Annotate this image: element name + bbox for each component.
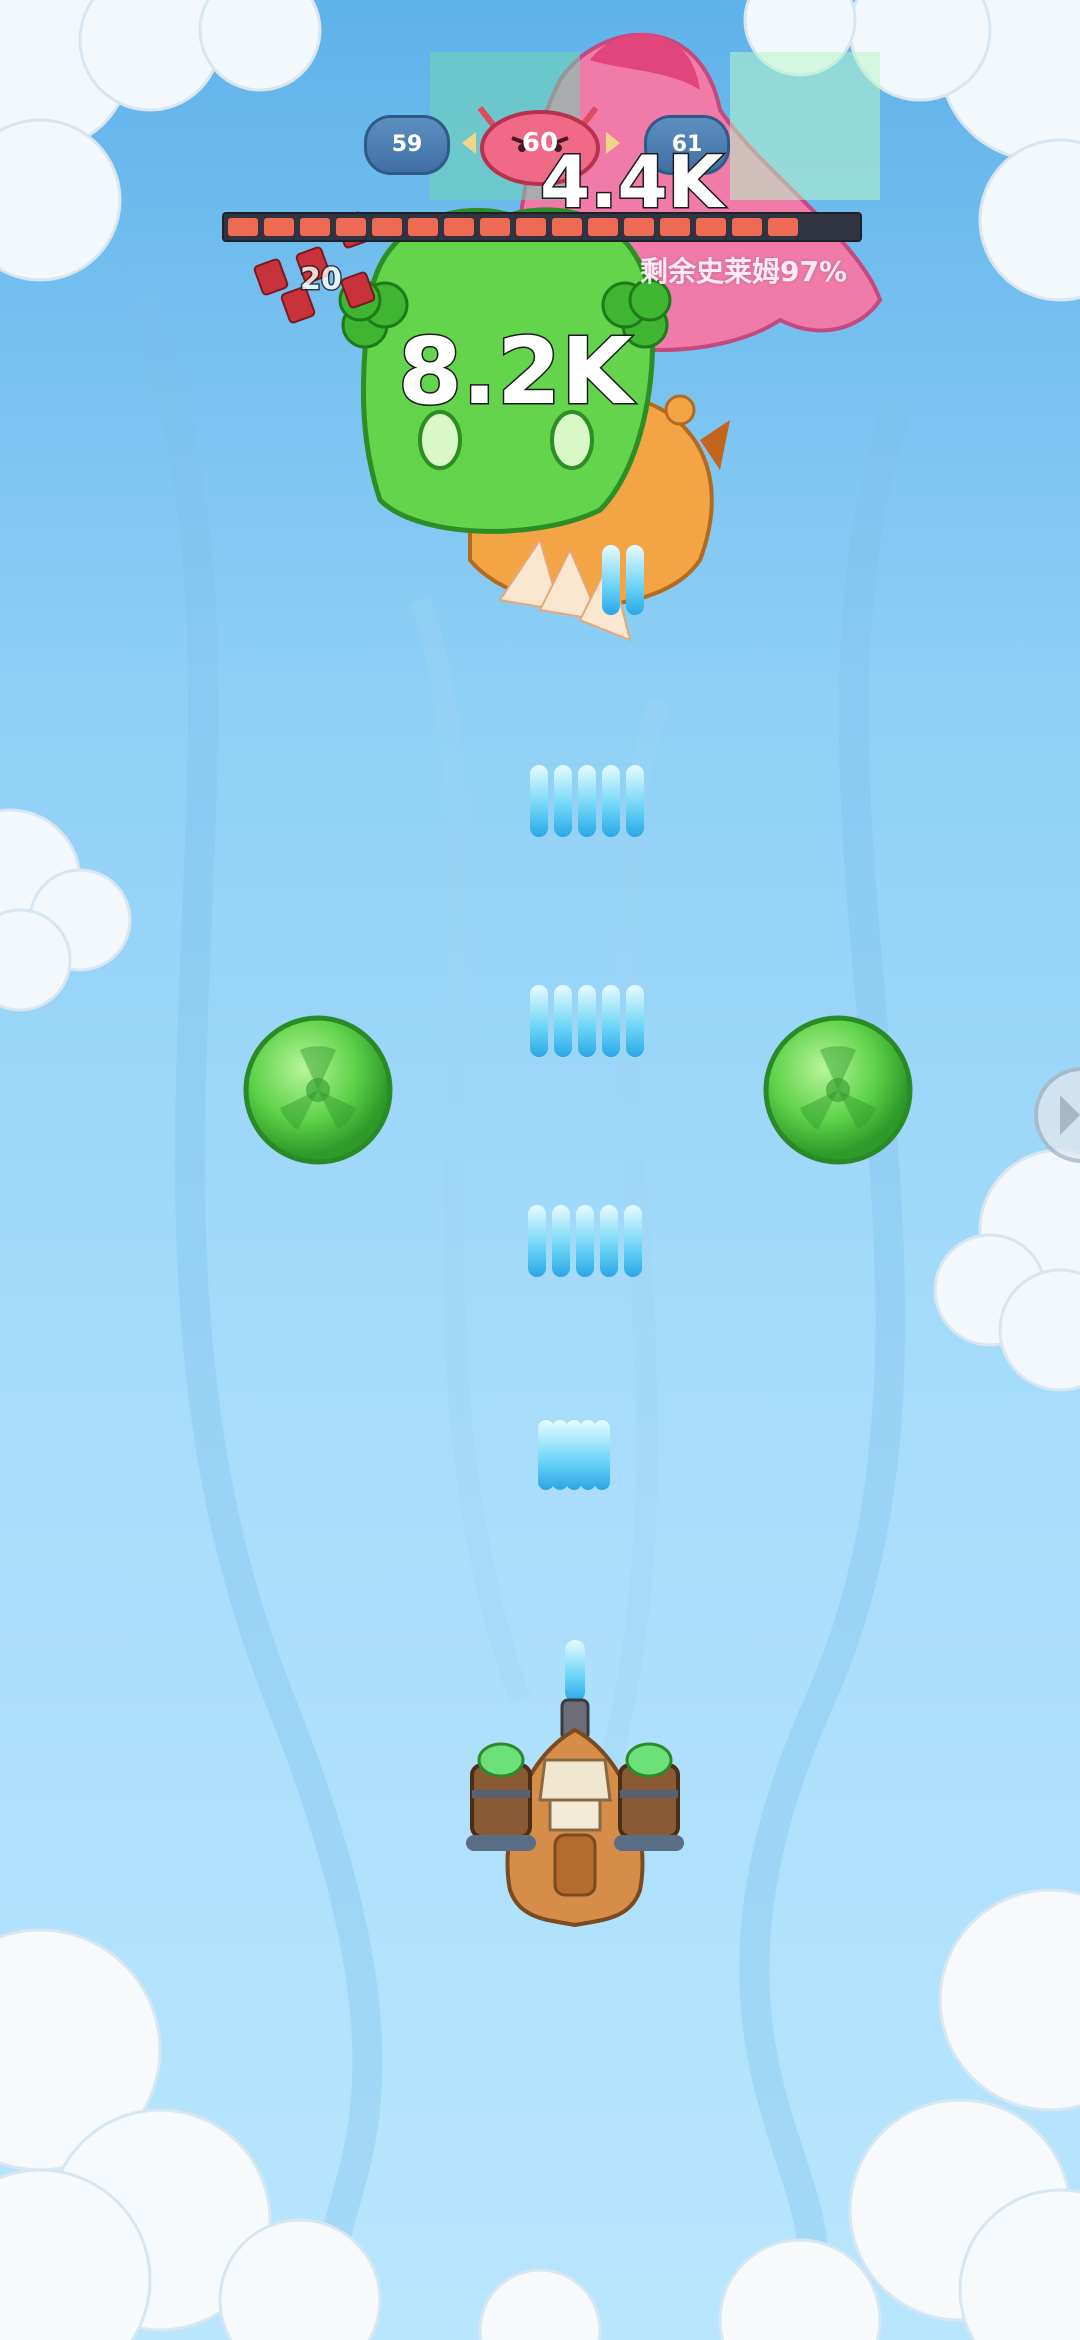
hp-segment <box>300 218 330 236</box>
level-prev-pill[interactable]: 59 <box>364 115 450 175</box>
damage-number: 8.2K <box>396 317 633 427</box>
hp-segment <box>444 218 474 236</box>
hp-segment <box>372 218 402 236</box>
remaining-slime-text: 剩余史莱姆97% <box>640 255 848 288</box>
hp-segment <box>336 218 366 236</box>
combo-count: 20 <box>299 261 344 299</box>
hp-segment <box>264 218 294 236</box>
hp-segment <box>768 218 798 236</box>
hp-segment <box>228 218 258 236</box>
damage-number: 4.4K <box>538 139 724 226</box>
left-arrow-icon[interactable] <box>458 130 480 156</box>
game-stage[interactable]: 59 60 61 剩余史莱姆97% 20 4.4K 8.2K <box>0 0 1080 2340</box>
hp-segment <box>408 218 438 236</box>
hp-segment <box>732 218 762 236</box>
hp-segment <box>480 218 510 236</box>
highlight-box-right <box>730 52 880 200</box>
